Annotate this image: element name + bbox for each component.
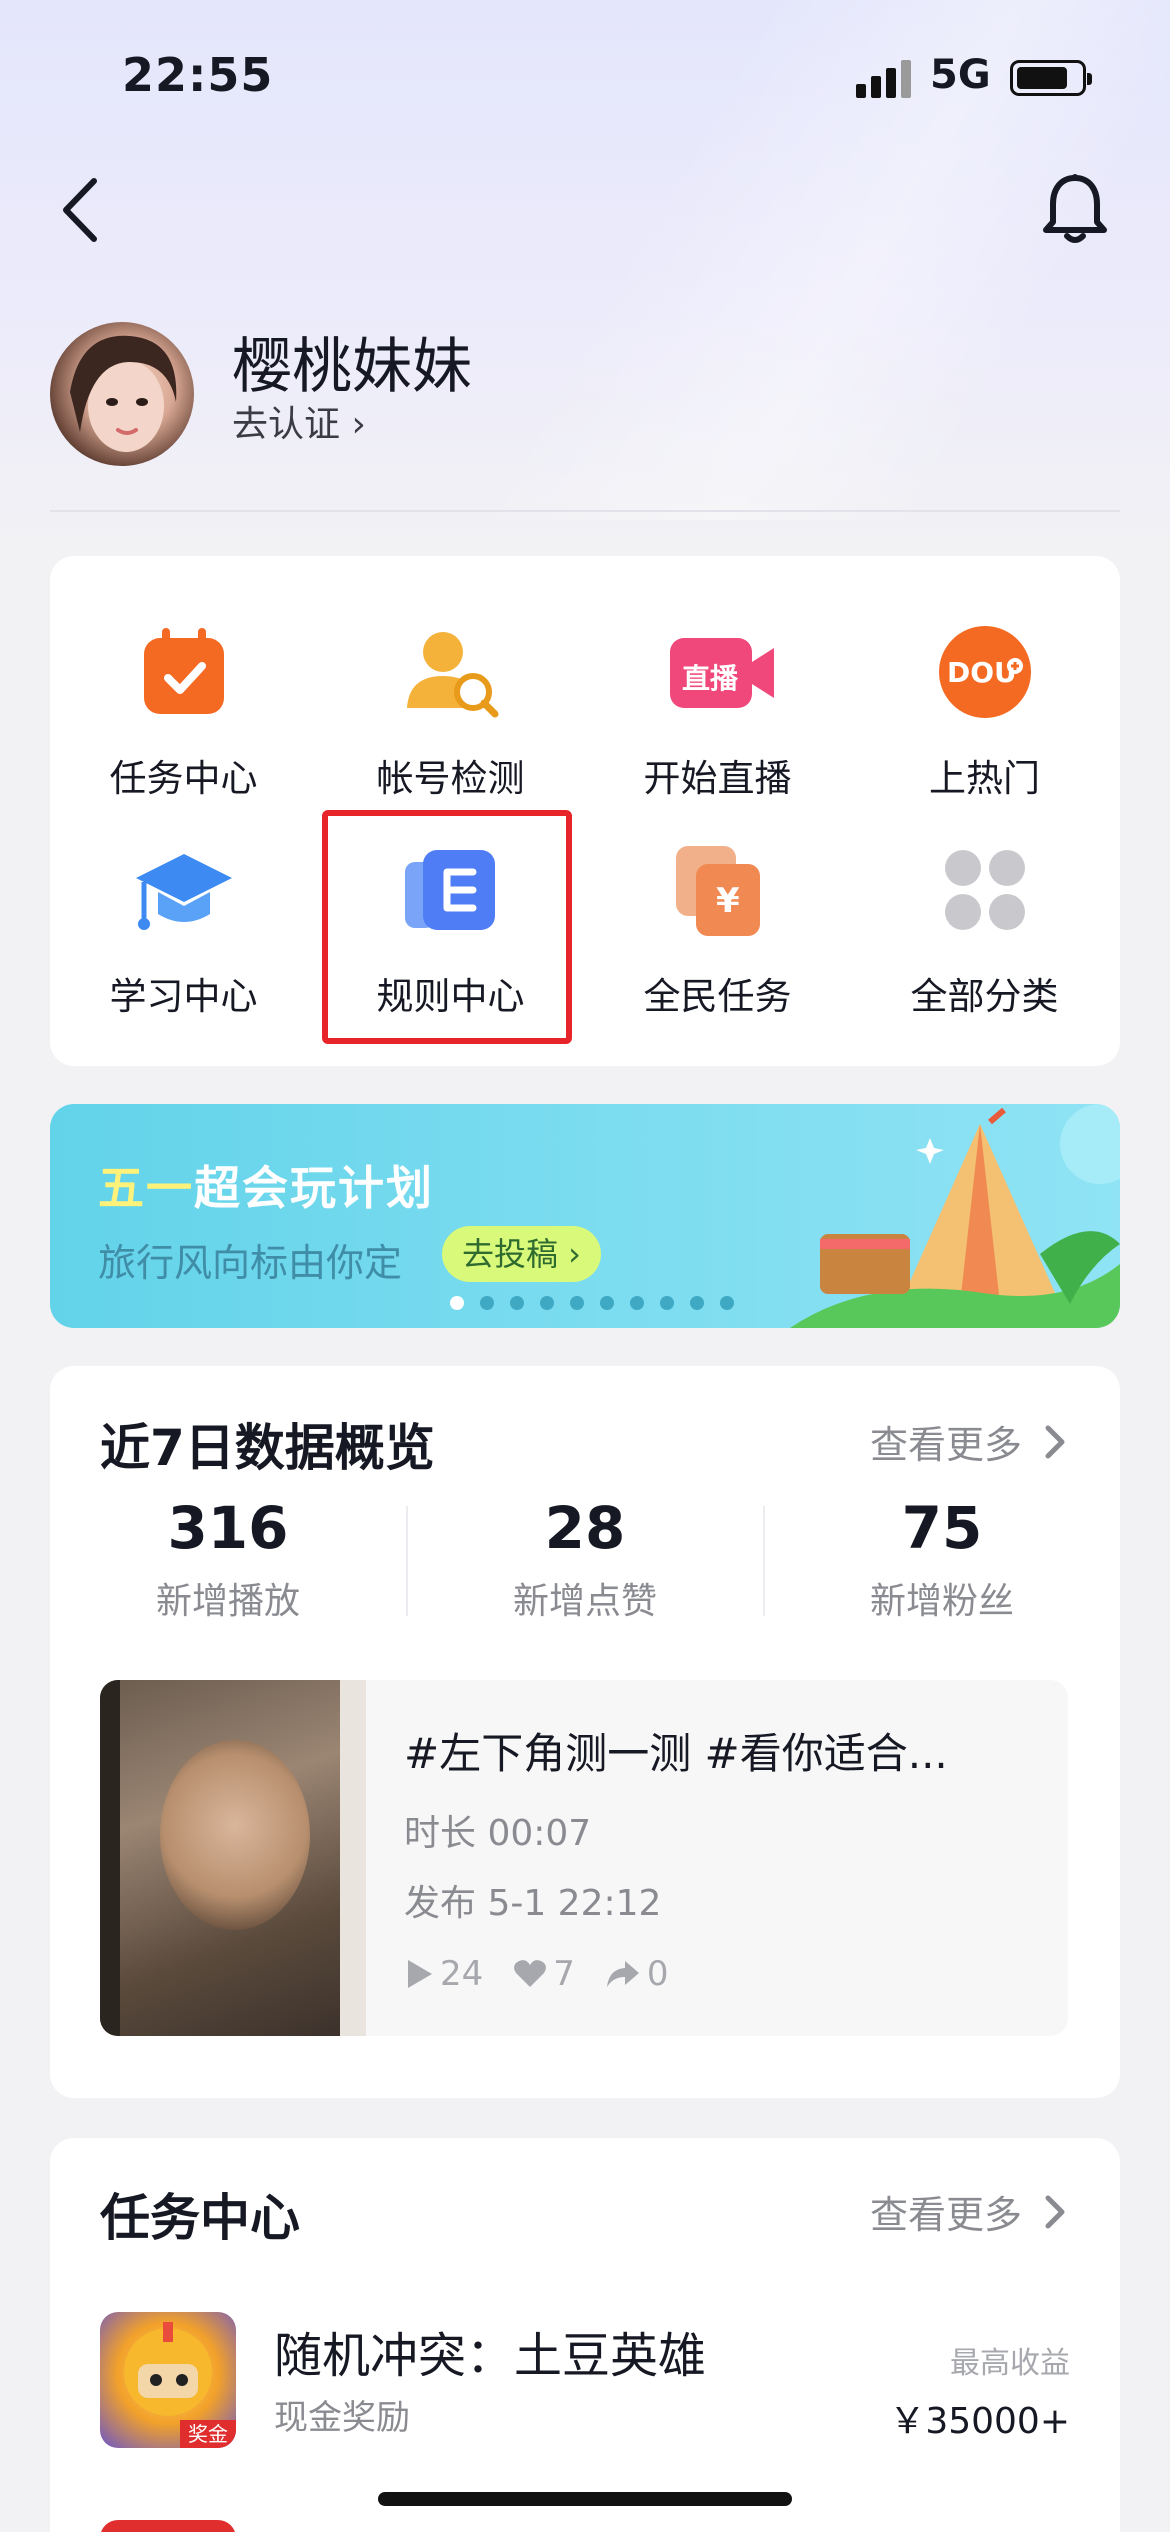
video-stats: 24 7 0	[404, 1954, 699, 1994]
username: 樱桃妹妹	[232, 332, 472, 402]
graduation-cap-icon	[134, 840, 234, 940]
task-subtitle: 现金奖励	[274, 2398, 410, 2438]
carousel-dot[interactable]	[540, 1296, 554, 1310]
video-thumbnail	[100, 1680, 366, 2036]
banner-title: 五一超会玩计划	[98, 1161, 434, 1215]
play-count: 24	[440, 1954, 484, 1994]
yuan-cards-icon: ¥	[668, 840, 768, 940]
carousel-dot[interactable]	[450, 1296, 464, 1310]
tool-label: 任务中心	[109, 757, 258, 800]
svg-text:¥: ¥	[716, 881, 740, 921]
chevron-right-icon	[1045, 1425, 1065, 1458]
overview-more-link[interactable]: 查看更多	[870, 1414, 1070, 1469]
recent-video[interactable]: #左下角测一测 #看你适合... 时长 00:07 发布 5-1 22:12 2…	[100, 1680, 1068, 2036]
divider	[50, 510, 1120, 512]
task-name[interactable]: 随机冲突：土豆英雄	[274, 2316, 706, 2386]
notification-button[interactable]	[1040, 172, 1110, 246]
bell-icon	[1043, 174, 1107, 243]
account-check-icon	[401, 622, 501, 722]
svg-text:DOU: DOU	[947, 656, 1017, 689]
rules-center-highlight	[322, 810, 572, 1044]
data-overview-card: 近7日数据概览 查看更多 316 新增播放 28 新增点赞 75 新增粉丝 #左…	[50, 1366, 1120, 2098]
carousel-dot[interactable]	[690, 1296, 704, 1310]
like-count: 7	[553, 1954, 575, 1994]
tool-learning-center[interactable]: 学习中心	[50, 840, 317, 1020]
stat-value: 28	[544, 1494, 626, 1562]
submit-button[interactable]: 去投稿 ›	[442, 1226, 601, 1282]
dou-plus-icon: DOU	[935, 622, 1035, 722]
banner-subtitle: 旅行风向标由你定	[98, 1241, 403, 1285]
live-camera-icon: 直播	[668, 622, 774, 722]
signal-icon	[856, 60, 912, 98]
avatar-photo	[70, 335, 177, 452]
tool-public-tasks[interactable]: ¥ 全民任务	[584, 840, 851, 1020]
tool-label: 全部分类	[910, 975, 1059, 1018]
tool-all-categories[interactable]: 全部分类	[851, 840, 1118, 1020]
carousel-dot[interactable]	[720, 1296, 734, 1310]
tool-dou-plus[interactable]: DOU 上热门	[851, 622, 1118, 802]
svg-text:直播: 直播	[682, 662, 739, 695]
game-icon[interactable]: 奖金	[100, 2312, 236, 2448]
tool-start-live[interactable]: 直播 开始直播	[584, 622, 851, 802]
tool-label: 全民任务	[643, 975, 792, 1018]
heart-icon	[514, 1960, 547, 1987]
video-published: 发布 5-1 22:12	[404, 1883, 662, 1924]
video-duration: 时长 00:07	[404, 1813, 592, 1854]
stat-value: 316	[167, 1494, 289, 1562]
carousel-dot[interactable]	[570, 1296, 584, 1310]
share-count: 0	[646, 1954, 669, 1994]
back-button[interactable]	[50, 175, 110, 245]
stat-value: 75	[901, 1494, 983, 1562]
carousel-dot[interactable]	[660, 1296, 674, 1310]
task-center-card: 任务中心 查看更多 奖金 随机冲突：土豆英雄 现金奖励 最高收益 ￥35000+	[50, 2138, 1120, 2532]
stat-plays[interactable]: 316 新增播放	[50, 1494, 406, 1624]
tent-illustration	[790, 1104, 1120, 1328]
promo-banner[interactable]: 五一超会玩计划 旅行风向标由你定 去投稿 ›	[50, 1104, 1120, 1328]
tasks-more-link[interactable]: 查看更多	[870, 2184, 1070, 2239]
tool-label: 帐号检测	[376, 757, 525, 800]
carousel-dot[interactable]	[630, 1296, 644, 1310]
reward-value: ￥35000+	[889, 2401, 1070, 2442]
battery-icon	[1010, 60, 1092, 96]
carousel-dot[interactable]	[510, 1296, 524, 1310]
play-icon	[408, 1960, 432, 1988]
stat-label: 新增播放	[155, 1581, 300, 1622]
share-icon	[606, 1961, 639, 1987]
video-title: #左下角测一测 #看你适合...	[404, 1729, 948, 1778]
chevron-left-icon	[63, 178, 97, 242]
tool-label: 上热门	[929, 757, 1040, 800]
tool-label: 开始直播	[643, 757, 792, 800]
stat-followers[interactable]: 75 新增粉丝	[764, 1494, 1120, 1624]
stat-label: 新增点赞	[512, 1581, 657, 1622]
tool-label: 学习中心	[109, 975, 258, 1018]
verify-link[interactable]: 去认证 ›	[232, 395, 366, 447]
tool-account-check[interactable]: 帐号检测	[317, 622, 584, 802]
reward-caption: 最高收益	[950, 2346, 1070, 2381]
tools-grid: 任务中心 帐号检测 直播 开始直播 DOU 上热门 学习中心 规则中心 ¥ 全民	[50, 556, 1120, 1066]
network-label: 5G	[930, 52, 991, 98]
status-time: 22:55	[122, 48, 274, 102]
carousel-dot[interactable]	[480, 1296, 494, 1310]
tool-task-center[interactable]: 任务中心	[50, 622, 317, 802]
overview-title: 近7日数据概览	[100, 1419, 435, 1477]
avatar[interactable]	[50, 322, 194, 466]
all-categories-icon	[935, 840, 1035, 940]
next-task-icon[interactable]	[100, 2520, 236, 2532]
stat-likes[interactable]: 28 新增点赞	[407, 1494, 763, 1624]
more-label: 查看更多	[869, 2193, 1022, 2237]
task-calendar-icon	[134, 622, 234, 722]
bonus-tag: 奖金	[180, 2420, 236, 2448]
more-label: 查看更多	[869, 1423, 1022, 1467]
carousel-dots	[450, 1296, 734, 1310]
chevron-right-icon	[1045, 2195, 1065, 2228]
home-indicator[interactable]	[378, 2492, 792, 2506]
carousel-dot[interactable]	[600, 1296, 614, 1310]
task-section-title: 任务中心	[100, 2189, 300, 2247]
stat-label: 新增粉丝	[869, 1581, 1014, 1622]
